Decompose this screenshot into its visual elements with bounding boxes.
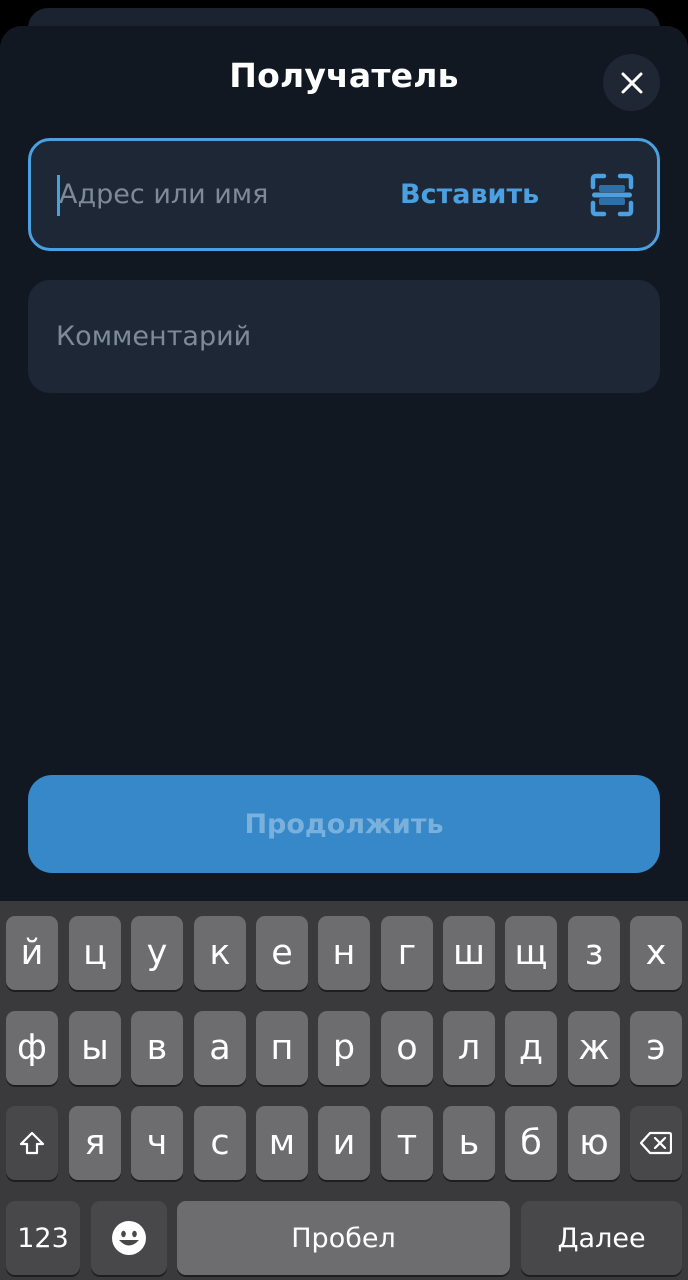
key-letter[interactable]: я [69, 1106, 121, 1180]
key-letter[interactable]: о [381, 1011, 433, 1085]
key-letter[interactable]: ч [131, 1106, 183, 1180]
shift-icon [19, 1131, 45, 1155]
key-letter[interactable]: а [194, 1011, 246, 1085]
key-letter[interactable]: и [318, 1106, 370, 1180]
key-letter[interactable]: в [131, 1011, 183, 1085]
address-field[interactable]: Вставить [28, 138, 660, 251]
key-letter[interactable]: м [256, 1106, 308, 1180]
sheet-title: Получатель [229, 56, 459, 95]
key-letter[interactable]: г [381, 916, 433, 990]
numbers-key[interactable]: 123 [6, 1201, 80, 1275]
keyboard: й ц у к е н г ш щ з х ф ы в а п р о л д … [0, 901, 688, 1280]
key-letter[interactable]: ш [443, 916, 495, 990]
key-letter[interactable]: ф [6, 1011, 58, 1085]
key-letter[interactable]: э [630, 1011, 682, 1085]
key-letter[interactable]: д [505, 1011, 557, 1085]
address-input[interactable] [59, 141, 379, 248]
paste-button[interactable]: Вставить [400, 141, 539, 248]
backspace-icon [640, 1131, 672, 1155]
backspace-key[interactable] [630, 1106, 682, 1180]
key-letter[interactable]: щ [505, 916, 557, 990]
key-letter[interactable]: б [505, 1106, 557, 1180]
emoji-icon [112, 1221, 146, 1255]
key-letter[interactable]: с [194, 1106, 246, 1180]
qr-scan-icon[interactable] [590, 173, 634, 217]
key-letter[interactable]: к [194, 916, 246, 990]
comment-field[interactable] [28, 280, 660, 393]
key-letter[interactable]: з [568, 916, 620, 990]
key-letter[interactable]: л [443, 1011, 495, 1085]
key-letter[interactable]: п [256, 1011, 308, 1085]
close-icon [621, 72, 642, 93]
key-letter[interactable]: ю [568, 1106, 620, 1180]
key-letter[interactable]: ц [69, 916, 121, 990]
key-letter[interactable]: ь [443, 1106, 495, 1180]
key-letter[interactable]: е [256, 916, 308, 990]
key-letter[interactable]: т [381, 1106, 433, 1180]
continue-button[interactable]: Продолжить [28, 775, 660, 873]
key-letter[interactable]: р [318, 1011, 370, 1085]
key-letter[interactable]: у [131, 916, 183, 990]
shift-key[interactable] [6, 1106, 58, 1180]
comment-input[interactable] [56, 280, 616, 393]
key-letter[interactable]: ы [69, 1011, 121, 1085]
key-letter[interactable]: х [630, 916, 682, 990]
key-letter[interactable]: ж [568, 1011, 620, 1085]
emoji-key[interactable] [91, 1201, 167, 1275]
key-letter[interactable]: н [318, 916, 370, 990]
close-button[interactable] [603, 54, 660, 111]
return-key[interactable]: Далее [521, 1201, 682, 1275]
key-letter[interactable]: й [6, 916, 58, 990]
space-key[interactable]: Пробел [177, 1201, 510, 1275]
